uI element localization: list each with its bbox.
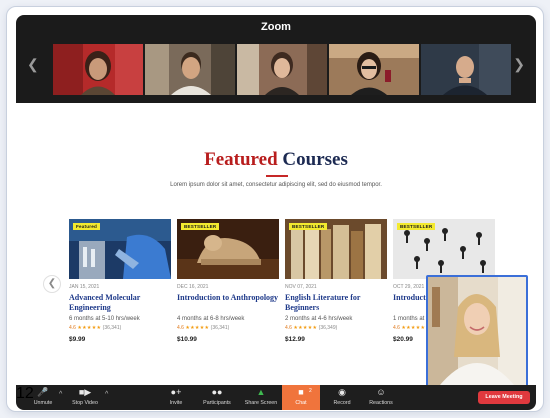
course-image: BESTSELLER [285, 219, 387, 279]
heading-accent: Featured [204, 149, 278, 170]
rating-stars-icon: ★★★★★ [185, 325, 210, 331]
chat-button[interactable]: ■ Chat [291, 387, 311, 409]
invite-label: Invite [169, 400, 183, 406]
course-image: BESTSELLER [393, 219, 495, 279]
record-icon: ◉ [338, 387, 346, 397]
chevron-right-icon[interactable]: ❯ [513, 57, 525, 71]
course-rating: 4.6 ★★★★★ (36,341) [69, 325, 171, 331]
participants-label: Participants [203, 400, 231, 406]
window-title: Zoom [261, 21, 291, 33]
course-price: $9.99 [69, 336, 86, 343]
course-price: $10.99 [177, 336, 197, 343]
reactions-button[interactable]: ☺ Reactions [366, 387, 396, 409]
stop-video-button[interactable]: ■▶ Stop Video [68, 387, 102, 409]
participants-icon: ●● [211, 387, 223, 397]
video-options-chevron-icon[interactable]: ^ [105, 391, 108, 398]
page-subtitle: Lorem ipsum dolor sit amet, consectetur … [170, 182, 382, 188]
course-image: BESTSELLER [177, 219, 279, 279]
heading-rest: Courses [277, 149, 348, 170]
add-person-icon: ●+ [170, 387, 182, 397]
participant-video-4[interactable] [329, 44, 419, 95]
course-title[interactable]: Introduction to Anthropology [177, 293, 279, 313]
course-badge: BESTSELLER [289, 223, 328, 230]
participant-strip: Zoom ❮ ❯ [16, 15, 536, 103]
share-screen-button[interactable]: ▲ Share Screen [243, 387, 279, 409]
unmute-label: Unmute [33, 400, 53, 406]
course-card[interactable]: BESTSELLER DEC 16, 2021 Introduction to … [177, 219, 279, 343]
course-badge: Featured [73, 223, 101, 230]
course-badge: BESTSELLER [397, 223, 436, 230]
stop-video-label: Stop Video [72, 400, 98, 406]
meeting-toolbar: 🎤 Unmute ^ ■▶ Stop Video ^ ●+ Invite ●● … [16, 385, 536, 410]
heading-divider [266, 175, 288, 177]
reactions-label: Reactions [369, 400, 393, 406]
course-rating: 4.6 ★★★★★ (36,349) [285, 325, 387, 331]
course-date: NOV 07, 2021 [285, 284, 317, 290]
rating-score: 4.6 [69, 325, 76, 331]
participant-video-5[interactable] [421, 44, 511, 95]
course-badge: BESTSELLER [181, 223, 220, 230]
video-camera-icon: ■▶ [78, 387, 92, 397]
rating-stars-icon: ★★★★★ [401, 325, 426, 331]
microphone-muted-icon: 🎤 [37, 387, 49, 397]
chat-label: Chat [295, 400, 307, 406]
course-title[interactable]: English Literature for Beginners [285, 293, 387, 313]
rating-count: (36,349) [318, 325, 338, 331]
rating-stars-icon: ★★★★★ [77, 325, 102, 331]
app-frame: Zoom ❮ ❯ Featured Courses Lorem ipsum do… [6, 6, 544, 412]
course-date: JAN 15, 2021 [69, 284, 100, 290]
chevron-left-icon[interactable]: ❮ [27, 57, 39, 71]
participant-video-2[interactable] [145, 44, 235, 95]
rating-count: (36,341) [102, 325, 122, 331]
participant-video-3[interactable] [237, 44, 327, 95]
rating-score: 4.6 [393, 325, 400, 331]
leave-meeting-button[interactable]: Leave Meeting [478, 391, 530, 404]
course-card[interactable]: Featured JAN 15, 2021 Advanced Molecular… [69, 219, 171, 343]
course-title[interactable]: Advanced Molecular Engineering [69, 293, 171, 313]
rating-count: (36,341) [210, 325, 230, 331]
chat-unread-count: 2 [309, 388, 312, 394]
carousel-prev-button[interactable]: ❮ [43, 275, 61, 293]
course-rating: 4.6 ★★★★★ (36,341) [177, 325, 279, 331]
unmute-button[interactable]: 🎤 Unmute [30, 387, 56, 409]
chat-bubble-icon: ■ [298, 387, 304, 397]
course-price: $12.99 [285, 336, 305, 343]
course-card[interactable]: BESTSELLER NOV 07, 2021 English Literatu… [285, 219, 387, 343]
audio-options-chevron-icon[interactable]: ^ [59, 391, 62, 398]
share-screen-icon: ▲ [256, 387, 266, 397]
page-heading: Featured Courses [16, 149, 536, 171]
participants-button[interactable]: ●● Participants [200, 387, 234, 409]
course-date: DEC 16, 2021 [177, 284, 209, 290]
record-button[interactable]: ◉ Record [330, 387, 354, 409]
course-duration: 2 months at 4-6 hrs/week [285, 316, 353, 322]
rating-stars-icon: ★★★★★ [293, 325, 318, 331]
invite-button[interactable]: ●+ Invite [166, 387, 186, 409]
rating-score: 4.6 [177, 325, 184, 331]
record-label: Record [333, 400, 351, 406]
rating-score: 4.6 [285, 325, 292, 331]
course-image: Featured [69, 219, 171, 279]
share-screen-label: Share Screen [244, 400, 278, 406]
self-view-video[interactable] [426, 275, 528, 387]
course-duration: 6 months at 5-10 hrs/week [69, 316, 140, 322]
smiley-plus-icon: ☺ [376, 387, 386, 397]
course-duration: 4 months at 6-8 hrs/week [177, 316, 245, 322]
participant-video-1[interactable] [53, 44, 143, 95]
